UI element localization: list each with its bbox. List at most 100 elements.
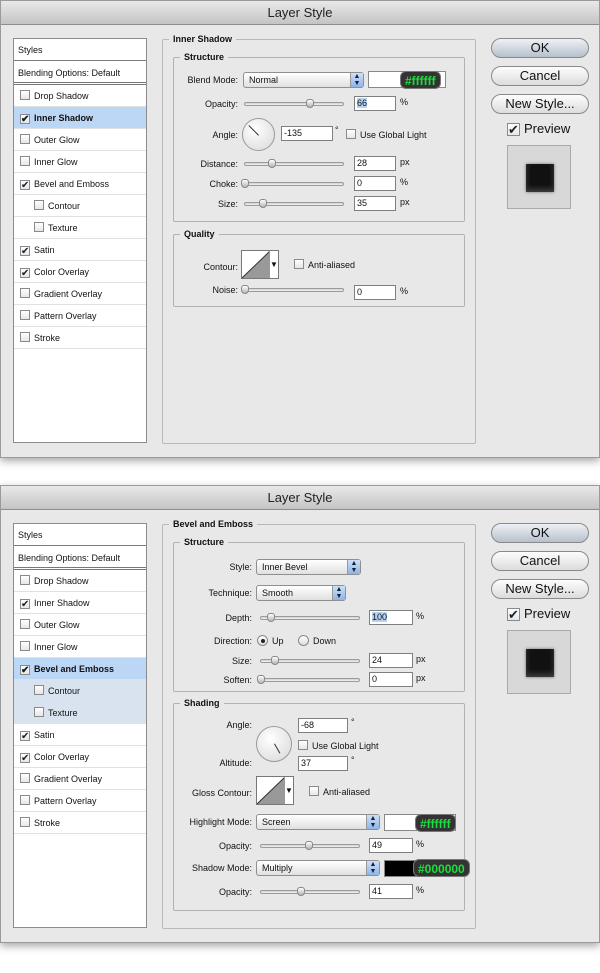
noise-input[interactable]: 0 — [354, 285, 396, 300]
angle-input[interactable]: -68 — [298, 718, 348, 733]
style-item-texture[interactable]: Texture — [14, 217, 146, 239]
style-item-pattern-overlay[interactable]: Pattern Overlay — [14, 305, 146, 327]
checkbox-icon[interactable] — [34, 200, 44, 210]
checkmark-icon[interactable]: ✔ — [20, 114, 30, 125]
checkmark-icon[interactable]: ✔ — [20, 753, 30, 764]
checkmark-icon[interactable]: ✔ — [20, 180, 30, 191]
style-item-color-overlay[interactable]: ✔ Color Overlay — [14, 261, 146, 283]
choke-slider[interactable] — [241, 179, 344, 188]
new-style-button[interactable]: New Style... — [491, 94, 589, 114]
new-style-button[interactable]: New Style... — [491, 579, 589, 599]
checkmark-icon[interactable]: ✔ — [20, 731, 30, 742]
checkbox-icon[interactable] — [20, 90, 30, 100]
contour-picker[interactable]: ▼ — [241, 250, 279, 279]
gloss-contour-picker[interactable]: ▼ — [256, 776, 294, 805]
style-item-gradient-overlay[interactable]: Gradient Overlay — [14, 283, 146, 305]
angle-dial[interactable] — [256, 726, 292, 762]
angle-dial[interactable] — [242, 118, 275, 151]
blending-options[interactable]: Blending Options: Default — [14, 63, 146, 85]
global-light-checkbox[interactable]: Use Global Light — [346, 129, 427, 140]
preview-checkbox[interactable]: ✔ Preview — [507, 606, 570, 621]
size-slider[interactable] — [260, 656, 360, 665]
style-item-inner-glow[interactable]: Inner Glow — [14, 151, 146, 173]
checkbox-icon[interactable] — [34, 222, 44, 232]
highlight-opacity-thumb[interactable] — [305, 841, 314, 850]
opacity-input[interactable]: 66 — [354, 96, 396, 111]
anti-aliased-checkbox[interactable]: Anti-aliased — [294, 259, 355, 270]
cancel-button[interactable]: Cancel — [491, 551, 589, 571]
checkmark-icon[interactable]: ✔ — [20, 246, 30, 257]
style-item-stroke[interactable]: Stroke — [14, 812, 146, 834]
noise-slider-thumb[interactable] — [241, 285, 249, 294]
size-slider[interactable] — [244, 199, 344, 208]
checkmark-icon[interactable]: ✔ — [20, 268, 30, 279]
choke-input[interactable]: 0 — [354, 176, 396, 191]
checkbox-icon[interactable] — [20, 641, 30, 651]
style-item-gradient-overlay[interactable]: Gradient Overlay — [14, 768, 146, 790]
checkbox-icon[interactable] — [34, 707, 44, 717]
style-item-bevel-and-emboss[interactable]: ✔ Bevel and Emboss — [14, 658, 146, 680]
shadow-mode-select[interactable]: Multiply ▲ ▼ — [256, 860, 380, 876]
checkbox-icon[interactable] — [20, 575, 30, 585]
checkbox-icon[interactable] — [20, 795, 30, 805]
checkbox-icon[interactable] — [20, 773, 30, 783]
preview-checkbox[interactable]: ✔ Preview — [507, 121, 570, 136]
styles-header[interactable]: Styles — [14, 39, 146, 61]
style-item-pattern-overlay[interactable]: Pattern Overlay — [14, 790, 146, 812]
style-item-drop-shadow[interactable]: Drop Shadow — [14, 85, 146, 107]
styles-header[interactable]: Styles — [14, 524, 146, 546]
style-item-contour[interactable]: Contour — [14, 680, 146, 702]
highlight-opacity-input[interactable]: 49 — [369, 838, 413, 853]
cancel-button[interactable]: Cancel — [491, 66, 589, 86]
style-item-bevel-and-emboss[interactable]: ✔ Bevel and Emboss — [14, 173, 146, 195]
highlight-mode-select[interactable]: Screen ▲ ▼ — [256, 814, 380, 830]
direction-up-radio[interactable]: Up — [257, 635, 284, 646]
checkbox-icon[interactable] — [20, 288, 30, 298]
checkbox-icon[interactable] — [20, 134, 30, 144]
checkbox-icon[interactable] — [20, 332, 30, 342]
shadow-opacity-thumb[interactable] — [297, 887, 306, 896]
distance-slider[interactable] — [244, 159, 344, 168]
style-item-inner-shadow[interactable]: ✔ Inner Shadow — [14, 107, 146, 129]
style-item-satin[interactable]: ✔ Satin — [14, 724, 146, 746]
noise-slider[interactable] — [241, 285, 344, 294]
style-item-drop-shadow[interactable]: Drop Shadow — [14, 570, 146, 592]
soften-input[interactable]: 0 — [369, 672, 413, 687]
blending-options[interactable]: Blending Options: Default — [14, 548, 146, 570]
checkbox-icon[interactable] — [20, 619, 30, 629]
size-slider-thumb[interactable] — [270, 656, 279, 665]
opacity-slider[interactable] — [244, 99, 344, 108]
soften-slider-thumb[interactable] — [257, 675, 265, 684]
checkbox-icon[interactable] — [20, 310, 30, 320]
style-item-outer-glow[interactable]: Outer Glow — [14, 614, 146, 636]
style-item-contour[interactable]: Contour — [14, 195, 146, 217]
direction-down-radio[interactable]: Down — [298, 635, 336, 646]
opacity-slider-thumb[interactable] — [305, 99, 314, 108]
shadow-opacity-input[interactable]: 41 — [369, 884, 413, 899]
distance-input[interactable]: 28 — [354, 156, 396, 171]
checkmark-icon[interactable]: ✔ — [20, 665, 30, 676]
checkbox-icon[interactable] — [34, 685, 44, 695]
ok-button[interactable]: OK — [491, 523, 589, 543]
depth-slider-thumb[interactable] — [266, 613, 275, 622]
size-input[interactable]: 35 — [354, 196, 396, 211]
ok-button[interactable]: OK — [491, 38, 589, 58]
checkbox-icon[interactable] — [20, 156, 30, 166]
style-item-stroke[interactable]: Stroke — [14, 327, 146, 349]
shadow-opacity-slider[interactable] — [260, 887, 360, 896]
choke-slider-thumb[interactable] — [241, 179, 249, 188]
distance-slider-thumb[interactable] — [268, 159, 277, 168]
anti-aliased-checkbox[interactable]: Anti-aliased — [309, 786, 370, 797]
style-item-satin[interactable]: ✔ Satin — [14, 239, 146, 261]
style-item-color-overlay[interactable]: ✔ Color Overlay — [14, 746, 146, 768]
technique-select[interactable]: Smooth ▲ ▼ — [256, 585, 346, 601]
size-slider-thumb[interactable] — [258, 199, 267, 208]
size-input[interactable]: 24 — [369, 653, 413, 668]
altitude-input[interactable]: 37 — [298, 756, 348, 771]
style-select[interactable]: Inner Bevel ▲ ▼ — [256, 559, 361, 575]
soften-slider[interactable] — [257, 675, 360, 684]
highlight-opacity-slider[interactable] — [260, 841, 360, 850]
depth-input[interactable]: 100 — [369, 610, 413, 625]
depth-slider[interactable] — [260, 613, 360, 622]
checkbox-icon[interactable] — [20, 817, 30, 827]
